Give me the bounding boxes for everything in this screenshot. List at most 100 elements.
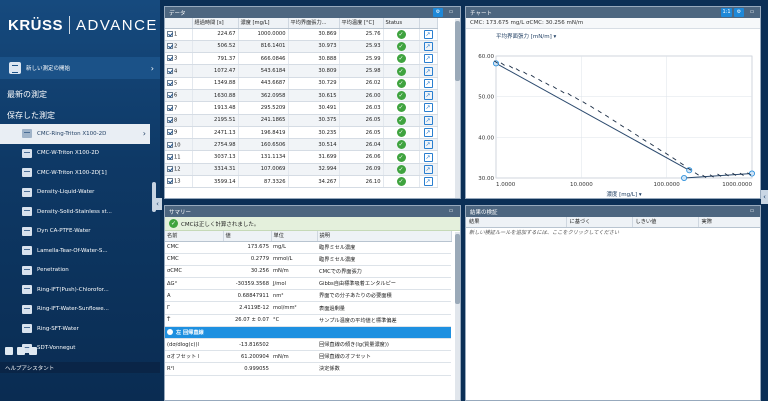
row-checkbox[interactable]: [167, 153, 173, 160]
saved-measurement-item[interactable]: Density-Solid-Stainless st...: [0, 202, 150, 222]
row-checkbox[interactable]: [167, 116, 173, 123]
row-checkbox-cell[interactable]: 12: [165, 163, 193, 177]
saved-measurement-item[interactable]: CMC-Ring-Triton X100-2D ›: [0, 124, 150, 144]
summary-row[interactable]: CMC 0.2779 mmol/L 臨界ミセル濃度: [165, 253, 451, 266]
copy-icon[interactable]: [17, 347, 25, 355]
summary-row[interactable]: (dσ/dlog(c))l -13.816502 回帰直線の傾き(lg(質量濃度)): [165, 338, 451, 352]
row-checkbox-cell[interactable]: 9: [165, 126, 193, 140]
sidebar-scrollbar[interactable]: [152, 124, 156, 379]
row-checkbox[interactable]: [167, 80, 173, 87]
row-checkbox[interactable]: [167, 67, 173, 74]
row-checkbox-cell[interactable]: 7: [165, 101, 193, 115]
folder-icon[interactable]: [5, 347, 13, 355]
row-checkbox-cell[interactable]: 3: [165, 52, 193, 66]
row-checkbox[interactable]: [167, 166, 173, 173]
gear-icon[interactable]: ⚙: [433, 8, 443, 17]
data-column-header[interactable]: [165, 18, 193, 29]
edit-icon[interactable]: ↗: [423, 177, 433, 187]
row-checkbox[interactable]: [167, 141, 173, 148]
row-checkbox[interactable]: [167, 43, 173, 50]
summary-scroll-thumb[interactable]: [455, 234, 460, 304]
x-axis-label[interactable]: 濃度 [mg/L] ▾: [606, 190, 642, 198]
summary-row[interactable]: A 0.68847911 nm² 界面での分子あたりの必要面積: [165, 289, 451, 303]
edit-icon[interactable]: ↗: [423, 115, 433, 125]
sidebar-collapse-handle[interactable]: ‹: [153, 198, 162, 210]
data-table-row[interactable]: 12 3314.31 107.0069 32.994 26.09 ✓ ↗: [165, 163, 438, 177]
saved-measurement-item[interactable]: Ring-SFT-Water: [0, 319, 150, 339]
data-scrollbar[interactable]: [455, 19, 460, 198]
zoom-1to1-button[interactable]: 1:1: [721, 8, 732, 17]
data-table-row[interactable]: 7 1913.48 295.5209 30.491 26.03 ✓ ↗: [165, 101, 438, 115]
edit-cell[interactable]: ↗: [419, 28, 438, 41]
row-checkbox-cell[interactable]: 10: [165, 138, 193, 152]
regression-handle[interactable]: [681, 174, 688, 181]
row-checkbox[interactable]: [167, 178, 173, 185]
row-checkbox-cell[interactable]: 11: [165, 150, 193, 164]
maximize-icon[interactable]: ▭: [446, 207, 456, 216]
y-axis-selector[interactable]: 平均界面張力 [mN/m] ▾: [496, 32, 556, 40]
saved-measurement-item[interactable]: Ring-IFT-Water-Sunflowe...: [0, 300, 150, 320]
edit-icon[interactable]: ↗: [423, 152, 433, 162]
edit-cell[interactable]: ↗: [419, 89, 438, 103]
summary-row[interactable]: R²l 0.999055 決定係数: [165, 362, 451, 376]
regression-handle[interactable]: [748, 170, 755, 177]
regression-section-header[interactable]: 左 回帰直線: [165, 326, 451, 340]
edit-cell[interactable]: ↗: [419, 64, 438, 78]
summary-row[interactable]: ΔG° -30359.3568 J/mol Gibbs自由標準吸着エンタルピー: [165, 277, 451, 291]
data-table-row[interactable]: 6 1630.88 362.0958 30.615 26.00 ✓ ↗: [165, 89, 438, 103]
validation-column-header[interactable]: 結果: [466, 217, 567, 228]
edit-icon[interactable]: ↗: [423, 41, 433, 51]
edit-cell[interactable]: ↗: [419, 138, 438, 152]
data-table-row[interactable]: 9 2471.13 196.8419 30.235 26.05 ✓ ↗: [165, 126, 438, 140]
regression-handle[interactable]: [492, 60, 499, 67]
row-checkbox[interactable]: [167, 104, 173, 111]
row-checkbox-cell[interactable]: 8: [165, 114, 193, 127]
data-table-row[interactable]: 11 3037.13 131.1134 31.699 26.06 ✓ ↗: [165, 150, 438, 164]
summary-column-header[interactable]: 値: [223, 231, 272, 242]
data-table-row[interactable]: 8 2195.51 241.1865 30.375 26.05 ✓ ↗: [165, 114, 438, 127]
data-column-header[interactable]: 平均界面張力...: [288, 18, 340, 29]
edit-cell[interactable]: ↗: [419, 126, 438, 140]
maximize-icon[interactable]: ▭: [747, 207, 757, 216]
edit-icon[interactable]: ↗: [423, 140, 433, 150]
data-column-header[interactable]: 濃度 [mg/L]: [238, 18, 289, 29]
data-table-row[interactable]: 1 224.67 1000.0000 30.869 25.76 ✓ ↗: [165, 28, 438, 41]
row-checkbox-cell[interactable]: 1: [165, 28, 193, 41]
data-column-header[interactable]: 平均温度 [°C]: [339, 18, 384, 29]
summary-row[interactable]: Γ 2.4119E-12 mol/mm² 表面過剰量: [165, 301, 451, 315]
edit-icon[interactable]: ↗: [423, 29, 433, 39]
saved-measurement-item[interactable]: Lamella-Tear-Of-Water-S...: [0, 241, 150, 261]
maximize-icon[interactable]: ▭: [747, 8, 757, 17]
saved-measurement-item[interactable]: Dyn CA-PTFE-Water: [0, 222, 150, 242]
row-checkbox-cell[interactable]: 2: [165, 40, 193, 54]
edit-cell[interactable]: ↗: [419, 163, 438, 177]
gear-icon[interactable]: ⚙: [734, 8, 744, 17]
saved-measurement-item[interactable]: Ring-IFT(Push)-Chlorofor...: [0, 280, 150, 300]
edit-cell[interactable]: ↗: [419, 175, 438, 189]
edit-icon[interactable]: ↗: [423, 128, 433, 138]
row-checkbox-cell[interactable]: 4: [165, 64, 193, 78]
edit-cell[interactable]: ↗: [419, 114, 438, 127]
data-column-header[interactable]: 経過時間 [s]: [192, 18, 239, 29]
data-table-row[interactable]: 5 1349.88 443.6687 30.729 26.02 ✓ ↗: [165, 77, 438, 90]
document-icon[interactable]: [29, 347, 37, 355]
summary-row[interactable]: σオフセット l 61.200904 mN/m 回帰直線のオフセット: [165, 350, 451, 364]
edit-icon[interactable]: ↗: [423, 91, 433, 101]
edit-icon[interactable]: ↗: [423, 78, 433, 88]
right-panel-handle[interactable]: ‹: [761, 190, 768, 204]
row-checkbox[interactable]: [167, 55, 173, 62]
maximize-icon[interactable]: ▭: [446, 8, 456, 17]
summary-column-header[interactable]: 説明: [317, 231, 452, 242]
recent-measurements-header[interactable]: 最新の測定: [7, 89, 47, 100]
help-assistant[interactable]: ヘルプアシスタント: [0, 362, 160, 373]
saved-measurement-item[interactable]: Density-Liquid-Water: [0, 183, 150, 203]
row-checkbox-cell[interactable]: 5: [165, 77, 193, 90]
data-table-row[interactable]: 4 1072.47 543.6184 30.809 25.98 ✓ ↗: [165, 64, 438, 78]
validation-column-header[interactable]: しきい値: [632, 217, 699, 228]
summary-row[interactable]: T̄ 26.07 ± 0.07 °C サンプル温度の平均値と標準偏差: [165, 314, 451, 327]
data-table-row[interactable]: 10 2754.98 160.6506 30.514 26.04 ✓ ↗: [165, 138, 438, 152]
edit-cell[interactable]: ↗: [419, 52, 438, 66]
summary-row[interactable]: σCMC 30.256 mN/m CMCでの界面張力: [165, 265, 451, 279]
saved-measurement-item[interactable]: Penetration: [0, 261, 150, 281]
summary-scrollbar[interactable]: [455, 232, 460, 400]
